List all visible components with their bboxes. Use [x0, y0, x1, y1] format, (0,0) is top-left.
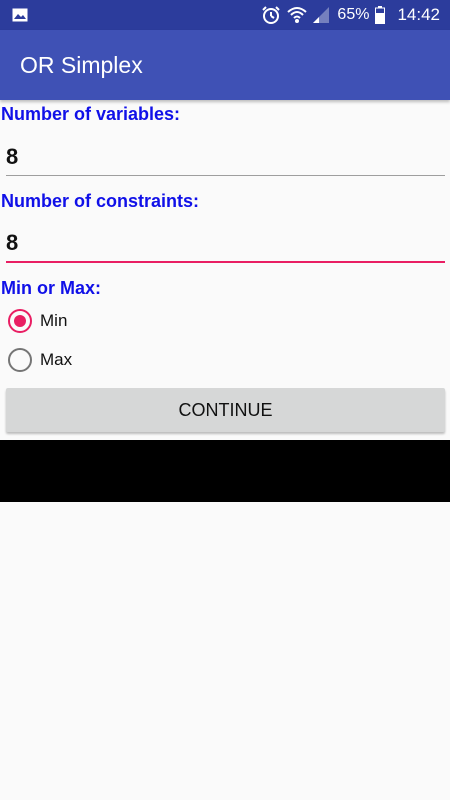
- battery-percent: 65%: [337, 6, 370, 23]
- status-bar: 65% 14:42: [0, 0, 450, 30]
- black-banner: [0, 440, 450, 502]
- variables-label: Number of variables:: [1, 104, 181, 124]
- radio-max-label[interactable]: Max: [40, 350, 72, 370]
- constraints-input-underline: [6, 261, 445, 263]
- app-title: OR Simplex: [20, 52, 143, 78]
- variables-input[interactable]: 8: [6, 144, 18, 170]
- continue-button[interactable]: CONTINUE: [6, 388, 445, 432]
- radio-min-label[interactable]: Min: [40, 311, 67, 331]
- constraints-label: Number of constraints:: [1, 191, 200, 211]
- radio-min[interactable]: Min: [8, 307, 67, 335]
- cell-signal-icon: [313, 7, 330, 23]
- radio-min-circle[interactable]: [8, 309, 32, 333]
- app-bar: OR Simplex: [0, 30, 450, 100]
- clock: 14:42: [397, 5, 440, 24]
- constraints-input[interactable]: 8: [6, 230, 18, 256]
- min-max-label: Min or Max:: [1, 278, 102, 298]
- radio-max-circle[interactable]: [8, 348, 32, 372]
- variables-input-underline: [6, 175, 445, 176]
- radio-max[interactable]: Max: [8, 346, 72, 374]
- status-icons: 65% 14:42: [261, 0, 440, 30]
- battery-icon: [375, 6, 386, 24]
- wifi-icon: [287, 6, 308, 24]
- image-icon: [12, 8, 28, 22]
- alarm-clock-icon: [261, 5, 281, 25]
